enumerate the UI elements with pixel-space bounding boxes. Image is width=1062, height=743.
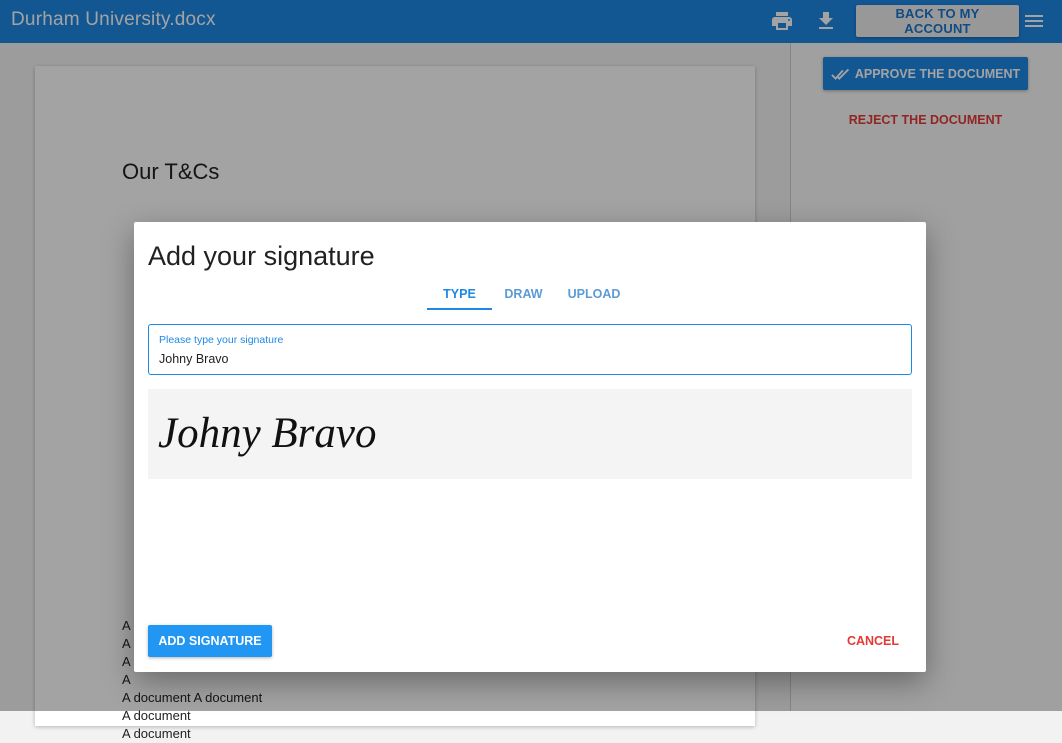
tab-upload[interactable]: UPLOAD: [555, 284, 633, 310]
app: Durham University.docx BACK TO MY ACCOUN…: [0, 0, 1062, 741]
signature-preview-text: Johny Bravo: [158, 410, 377, 457]
cancel-button[interactable]: CANCEL: [834, 625, 912, 657]
signature-field-label: Please type your signature: [159, 334, 284, 346]
add-signature-button[interactable]: ADD SIGNATURE: [148, 625, 272, 657]
signature-preview: Johny Bravo: [148, 389, 912, 479]
signature-dialog: Add your signature TYPE DRAW UPLOAD Plea…: [134, 222, 926, 672]
signature-input[interactable]: [159, 350, 899, 368]
tab-draw[interactable]: DRAW: [492, 284, 555, 310]
document-line: A document: [122, 726, 191, 741]
tab-type[interactable]: TYPE: [427, 284, 492, 310]
dialog-title: Add your signature: [148, 241, 375, 271]
signature-field: Please type your signature: [148, 324, 912, 375]
